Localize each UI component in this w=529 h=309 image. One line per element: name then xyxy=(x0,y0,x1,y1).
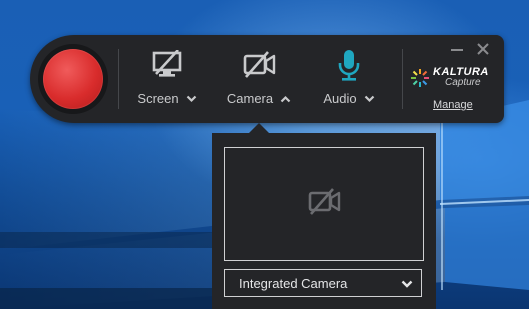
audio-label: Audio xyxy=(323,91,357,106)
divider xyxy=(118,49,119,109)
camera-popup: Integrated Camera xyxy=(212,133,436,309)
screen-label: Screen xyxy=(137,91,179,106)
camera-device-select[interactable]: Integrated Camera xyxy=(224,269,422,297)
popup-pointer xyxy=(249,123,269,133)
camera-label: Camera xyxy=(226,91,274,106)
camera-preview xyxy=(224,147,424,261)
record-dot xyxy=(43,49,103,109)
camera-device-value: Integrated Camera xyxy=(239,275,348,291)
chevron-down-icon xyxy=(401,276,413,291)
divider xyxy=(402,49,403,109)
camera-off-icon xyxy=(306,187,342,222)
brand-subtitle: Capture xyxy=(445,77,481,88)
microphone-icon xyxy=(329,47,369,83)
close-icon[interactable] xyxy=(476,42,490,61)
camera-source-button[interactable]: Camera xyxy=(226,47,292,111)
minimize-icon[interactable] xyxy=(450,43,464,61)
chevron-down-icon[interactable] xyxy=(364,95,375,103)
chevron-up-icon[interactable] xyxy=(280,95,291,103)
chevron-down-icon[interactable] xyxy=(186,95,197,103)
audio-source-button[interactable]: Audio xyxy=(322,47,376,111)
capture-toolbar: Screen Camera Audio KALTURA Capture Mana… xyxy=(30,35,504,123)
manage-link[interactable]: Manage xyxy=(433,99,473,111)
screen-source-button[interactable]: Screen xyxy=(137,47,197,111)
camera-off-icon xyxy=(239,47,279,83)
screen-off-icon xyxy=(147,47,187,83)
kaltura-logo: KALTURA Capture xyxy=(410,67,489,88)
kaltura-burst-icon xyxy=(411,68,429,87)
record-button[interactable] xyxy=(38,44,108,114)
